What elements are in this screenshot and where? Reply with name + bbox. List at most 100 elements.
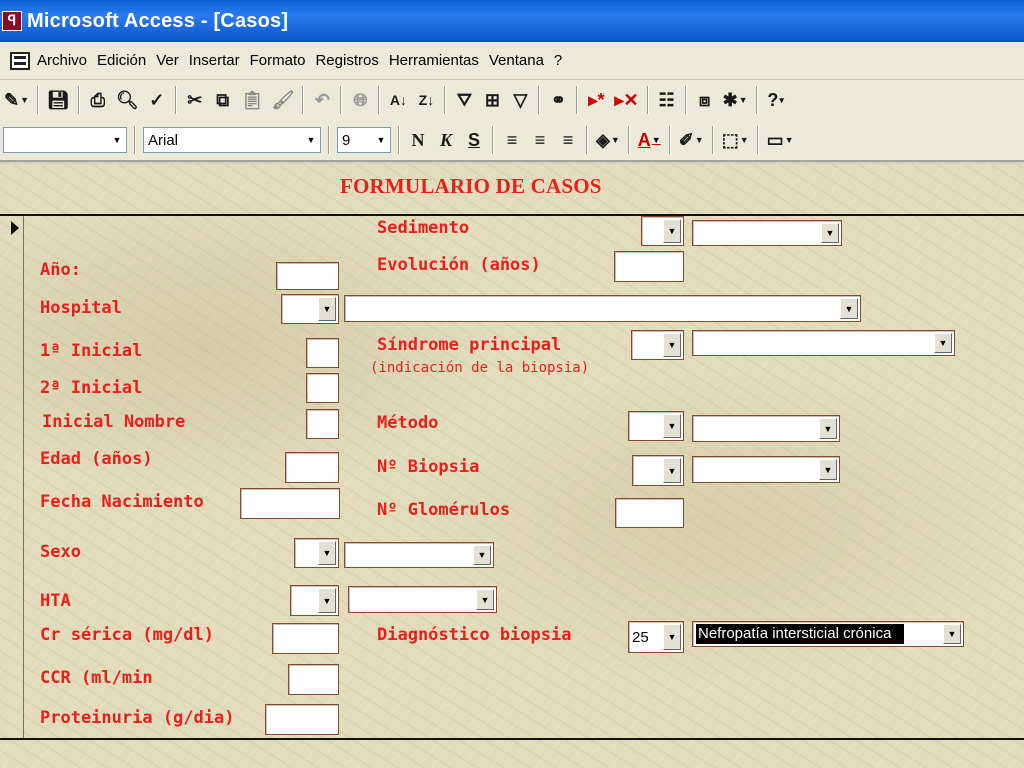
inicial1-input[interactable] <box>306 338 339 368</box>
chevron-down-icon[interactable]: ▼ <box>943 624 961 644</box>
filter-by-selection-icon[interactable]: ⛛ <box>452 85 476 115</box>
find-binoculars-icon[interactable]: ⚭ <box>546 85 570 115</box>
align-left-icon[interactable]: ≡ <box>500 125 524 155</box>
hyperlink-icon[interactable]: 🌐︎ <box>348 85 372 115</box>
diagnostico-text-select[interactable]: Nefropatía intersticial crónica ▼ <box>692 621 964 647</box>
metodo-text-select[interactable]: ▼ <box>692 415 840 442</box>
properties-icon[interactable]: ☷ <box>655 85 679 115</box>
menu-edicion[interactable]: Edición <box>97 52 146 69</box>
diagnostico-code-select[interactable]: 25 ▼ <box>628 621 684 653</box>
underline-icon[interactable]: S <box>462 125 486 155</box>
object-combo[interactable]: ▼ <box>3 127 127 153</box>
help-icon[interactable]: ? ▾ <box>764 85 788 115</box>
ccr-input[interactable] <box>288 664 339 695</box>
record-selector[interactable] <box>0 216 24 738</box>
chevron-down-icon[interactable]: ▼ <box>476 589 494 610</box>
menu-herramientas[interactable]: Herramientas <box>389 52 479 69</box>
chevron-down-icon[interactable]: ▼ <box>473 545 491 565</box>
database-window-icon[interactable]: ⧈ <box>693 85 717 115</box>
divider <box>0 738 1024 740</box>
sort-ascending-icon[interactable]: A↓ <box>386 85 410 115</box>
chevron-down-icon[interactable]: ▼ <box>663 219 681 243</box>
n-glomerulos-input[interactable] <box>615 498 684 528</box>
undo-icon[interactable]: ↶ <box>310 85 334 115</box>
edad-input[interactable] <box>285 452 339 483</box>
ano-input[interactable] <box>276 262 339 290</box>
save-icon[interactable]: 💾︎ <box>45 85 72 115</box>
inicial2-input[interactable] <box>306 373 339 403</box>
cr-serica-input[interactable] <box>272 623 339 654</box>
title-bar: ꟼ Microsoft Access - [Casos] <box>0 0 1024 42</box>
inicial-nombre-input[interactable] <box>306 409 339 439</box>
align-center-icon[interactable]: ≡ <box>528 125 552 155</box>
line-color-icon[interactable]: ✐ ▼ <box>677 125 706 155</box>
sindrome-text-select[interactable]: ▼ <box>692 330 955 356</box>
fecha-nacimiento-input[interactable] <box>240 488 340 519</box>
new-record-icon[interactable]: ▸* <box>584 85 608 115</box>
chevron-down-icon[interactable]: ▼ <box>302 128 320 152</box>
chevron-down-icon[interactable]: ▼ <box>663 333 681 357</box>
chevron-down-icon[interactable]: ▼ <box>819 459 837 480</box>
font-size-combo[interactable]: 9 ▼ <box>337 127 391 153</box>
menu-archivo[interactable]: Archivo <box>37 52 87 69</box>
sexo-text-select[interactable]: ▼ <box>344 542 494 568</box>
menu-ventana[interactable]: Ventana <box>489 52 544 69</box>
menu-formato[interactable]: Formato <box>250 52 306 69</box>
view-design-icon[interactable]: ✎ ▼ <box>2 85 31 115</box>
special-effect-icon[interactable]: ▭ ▼ <box>765 125 796 155</box>
metodo-code-select[interactable]: ▼ <box>628 411 684 441</box>
separator <box>328 126 330 154</box>
format-painter-icon[interactable]: 🖌︎ <box>270 85 297 115</box>
hta-text-select[interactable]: ▼ <box>348 586 497 613</box>
cut-icon[interactable]: ✂ <box>183 85 207 115</box>
chevron-down-icon[interactable]: ▼ <box>318 588 336 613</box>
proteinuria-input[interactable] <box>265 704 339 735</box>
italic-icon[interactable]: K <box>434 125 458 155</box>
chevron-down-icon[interactable]: ▼ <box>108 128 126 152</box>
print-icon[interactable]: ⎙ <box>86 85 110 115</box>
align-right-icon[interactable]: ≡ <box>556 125 580 155</box>
n-biopsia-text-select[interactable]: ▼ <box>692 456 840 483</box>
border-width-icon[interactable]: ⬚ ▼ <box>720 125 751 155</box>
paste-icon[interactable]: 📋︎ <box>239 85 266 115</box>
menu-registros[interactable]: Registros <box>315 52 378 69</box>
chevron-down-icon[interactable]: ▼ <box>318 541 336 565</box>
font-name-combo[interactable]: Arial ▼ <box>143 127 321 153</box>
sedimento-text-select[interactable]: ▼ <box>692 220 842 246</box>
n-biopsia-code-select[interactable]: ▼ <box>632 455 684 486</box>
chevron-down-icon[interactable]: ▼ <box>372 128 390 152</box>
bold-icon[interactable]: N <box>406 125 430 155</box>
hospital-name-select[interactable]: ▼ <box>344 295 861 322</box>
chevron-down-icon[interactable]: ▼ <box>819 418 837 439</box>
separator <box>398 126 400 154</box>
access-key-icon[interactable]: ꟼ <box>2 11 22 31</box>
apply-filter-icon[interactable]: ▽ <box>508 85 532 115</box>
chevron-down-icon[interactable]: ▼ <box>821 223 839 243</box>
sort-descending-icon[interactable]: Z↓ <box>414 85 438 115</box>
chevron-down-icon[interactable]: ▼ <box>318 297 336 321</box>
font-color-icon[interactable]: A ▼ <box>636 125 663 155</box>
hta-code-select[interactable]: ▼ <box>290 585 339 616</box>
delete-record-icon[interactable]: ▸✕ <box>612 85 640 115</box>
hospital-code-select[interactable]: ▼ <box>281 294 339 324</box>
chevron-down-icon[interactable]: ▼ <box>663 414 681 438</box>
form-window-icon[interactable] <box>10 51 30 70</box>
menu-insertar[interactable]: Insertar <box>189 52 240 69</box>
sexo-code-select[interactable]: ▼ <box>294 538 339 568</box>
copy-icon[interactable]: ⧉ <box>211 85 235 115</box>
evolucion-input[interactable] <box>614 251 684 282</box>
print-preview-icon[interactable]: 🔍︎ <box>114 85 141 115</box>
menu-help[interactable]: ? <box>554 52 562 69</box>
spelling-icon[interactable]: ✓ <box>145 85 169 115</box>
new-object-icon[interactable]: ✱ ▼ <box>721 85 750 115</box>
chevron-down-icon[interactable]: ▼ <box>663 624 681 650</box>
fill-color-icon[interactable]: ◈ ▼ <box>594 125 622 155</box>
sedimento-code-select[interactable]: ▼ <box>641 216 684 246</box>
chevron-down-icon[interactable]: ▼ <box>663 458 681 483</box>
menu-ver[interactable]: Ver <box>156 52 179 69</box>
chevron-down-icon[interactable]: ▼ <box>840 298 858 319</box>
filter-by-form-icon[interactable]: ⊞ <box>480 85 504 115</box>
chevron-down-icon[interactable]: ▼ <box>934 333 952 353</box>
sindrome-code-select[interactable]: ▼ <box>631 330 684 360</box>
label-cr-serica: Cr sérica (mg/dl) <box>40 625 214 645</box>
